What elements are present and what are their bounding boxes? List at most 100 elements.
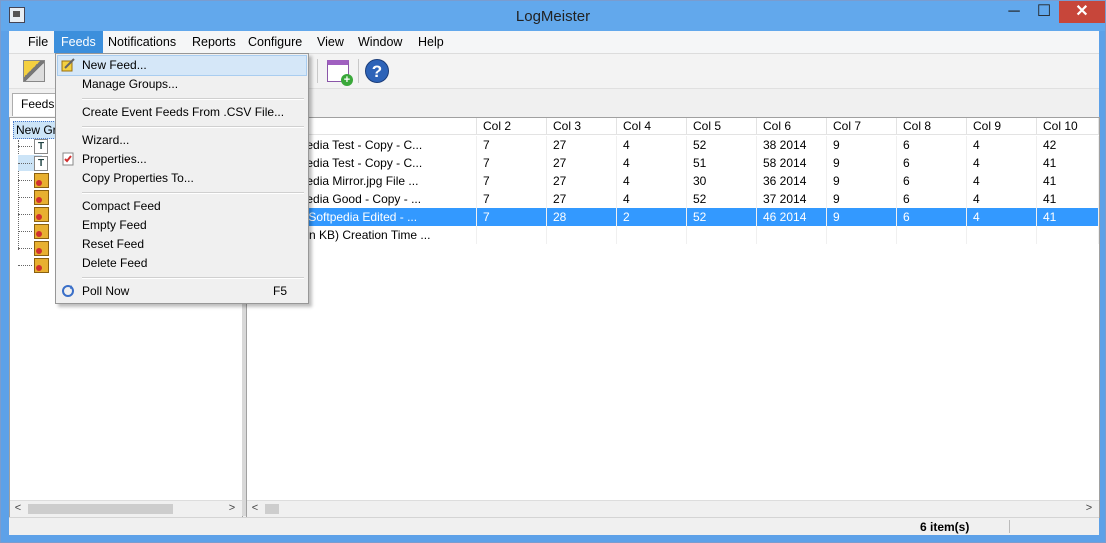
horizontal-scrollbar[interactable]: < > xyxy=(247,500,1099,517)
horizontal-scrollbar[interactable]: < > xyxy=(10,500,242,517)
table-cell: 4 xyxy=(967,208,1037,226)
column-header[interactable]: Col 7 xyxy=(827,118,897,135)
calendar-add-icon[interactable]: + xyxy=(327,60,353,86)
table-cell xyxy=(617,226,687,244)
menu-item-delete-feed[interactable]: Delete Feed xyxy=(58,254,306,273)
table-cell: 7 xyxy=(477,208,547,226)
menu-item-create-event-feeds-csv[interactable]: Create Event Feeds From .CSV File... xyxy=(58,103,306,122)
table-cell: 2 xyxy=(617,208,687,226)
table-cell: 37 2014 xyxy=(757,190,827,208)
menu-help[interactable]: Help xyxy=(411,31,451,53)
table-cell: 4 xyxy=(617,190,687,208)
scroll-left-arrow[interactable]: < xyxy=(247,501,263,517)
column-header[interactable]: Col 8 xyxy=(897,118,967,135)
table-cell xyxy=(827,226,897,244)
wand-icon[interactable] xyxy=(23,60,45,82)
help-icon[interactable]: ? xyxy=(365,59,389,83)
table-cell: 58 2014 xyxy=(757,154,827,172)
table-cell xyxy=(687,226,757,244)
scroll-right-arrow[interactable]: > xyxy=(224,501,240,517)
menu-item-new-feed[interactable]: New Feed... xyxy=(57,55,307,76)
column-header[interactable]: Col 6 xyxy=(757,118,827,135)
status-divider xyxy=(1009,520,1010,533)
event-list-pane[interactable]: Col 2 Col 3 Col 4 Col 5 Col 6 Col 7 Col … xyxy=(246,117,1100,518)
menu-window[interactable]: Window xyxy=(351,31,409,53)
tree-node[interactable] xyxy=(18,206,49,222)
menu-notifications[interactable]: Notifications xyxy=(101,31,183,53)
event-feed-icon xyxy=(34,190,49,205)
table-cell xyxy=(547,226,617,244)
table-cell: 7 xyxy=(477,190,547,208)
table-cell: 4 xyxy=(617,154,687,172)
table-cell: 41 xyxy=(1037,172,1099,190)
table-cell: 52 xyxy=(687,190,757,208)
tree-node[interactable]: T xyxy=(18,138,48,154)
table-cell: 36 2014 xyxy=(757,172,827,190)
table-cell: 6 xyxy=(897,154,967,172)
menu-separator xyxy=(82,277,304,279)
table-cell: 4 xyxy=(967,172,1037,190)
tree-node[interactable]: T xyxy=(18,155,48,171)
table-cell: 46 2014 xyxy=(757,208,827,226)
column-header[interactable]: Col 3 xyxy=(547,118,617,135)
table-cell: 6 xyxy=(897,136,967,154)
window-title: LogMeister xyxy=(515,8,591,25)
table-cell: 27 xyxy=(547,154,617,172)
table-cell: 4 xyxy=(967,136,1037,154)
menu-reports[interactable]: Reports xyxy=(185,31,243,53)
scroll-thumb[interactable] xyxy=(265,504,279,514)
table-cell: 30 xyxy=(687,172,757,190)
table-cell: 27 xyxy=(547,190,617,208)
table-cell: 9 xyxy=(827,154,897,172)
menu-item-properties[interactable]: Properties... xyxy=(58,150,306,169)
table-cell: 7 xyxy=(477,172,547,190)
menu-file[interactable]: File xyxy=(21,31,55,53)
menu-view[interactable]: View xyxy=(310,31,351,53)
menu-item-manage-groups[interactable]: Manage Groups... xyxy=(58,75,306,94)
menu-item-copy-properties[interactable]: Copy Properties To... xyxy=(58,169,306,188)
tree-node[interactable] xyxy=(18,223,49,239)
table-cell: 4 xyxy=(617,172,687,190)
menu-item-poll-now[interactable]: Poll Now F5 xyxy=(58,282,306,301)
column-header[interactable]: Col 2 xyxy=(477,118,547,135)
new-feed-icon xyxy=(61,58,75,72)
column-header[interactable]: Col 10 xyxy=(1037,118,1099,135)
menu-item-wizard[interactable]: Wizard... xyxy=(58,131,306,150)
poll-now-icon xyxy=(61,284,75,298)
table-cell: 4 xyxy=(967,190,1037,208)
table-cell: 42 xyxy=(1037,136,1099,154)
poll-now-shortcut: F5 xyxy=(273,284,288,298)
toolbar-separator xyxy=(358,59,359,83)
scroll-thumb[interactable] xyxy=(28,504,173,514)
table-cell xyxy=(897,226,967,244)
minimize-button[interactable]: ─ xyxy=(999,1,1029,23)
tree-node[interactable] xyxy=(18,257,49,273)
column-header[interactable]: Col 4 xyxy=(617,118,687,135)
menu-item-empty-feed[interactable]: Empty Feed xyxy=(58,216,306,235)
event-feed-icon xyxy=(34,207,49,222)
table-cell: 28 xyxy=(547,208,617,226)
column-header[interactable]: Col 9 xyxy=(967,118,1037,135)
menu-configure[interactable]: Configure xyxy=(241,31,309,53)
menu-item-compact-feed[interactable]: Compact Feed xyxy=(58,197,306,216)
tree-node[interactable] xyxy=(18,172,49,188)
tree-node[interactable] xyxy=(18,189,49,205)
table-cell: 41 xyxy=(1037,190,1099,208)
menu-bar: File Feeds Notifications Reports Configu… xyxy=(9,31,1099,54)
text-feed-icon: T xyxy=(34,139,48,154)
table-cell: 9 xyxy=(827,136,897,154)
title-bar[interactable]: LogMeister ─ ☐ ✕ xyxy=(1,1,1105,31)
status-item-count: 6 item(s) xyxy=(920,520,970,534)
table-cell: 7 xyxy=(477,154,547,172)
table-cell: 4 xyxy=(967,154,1037,172)
scroll-left-arrow[interactable]: < xyxy=(10,501,26,517)
column-header[interactable]: Col 5 xyxy=(687,118,757,135)
plus-icon: + xyxy=(341,74,353,86)
menu-item-reset-feed[interactable]: Reset Feed xyxy=(58,235,306,254)
close-button[interactable]: ✕ xyxy=(1059,1,1105,23)
menu-feeds[interactable]: Feeds xyxy=(54,31,103,53)
tree-node[interactable] xyxy=(18,240,49,256)
scroll-right-arrow[interactable]: > xyxy=(1081,501,1097,517)
maximize-button[interactable]: ☐ xyxy=(1029,1,1059,23)
table-cell: 9 xyxy=(827,190,897,208)
